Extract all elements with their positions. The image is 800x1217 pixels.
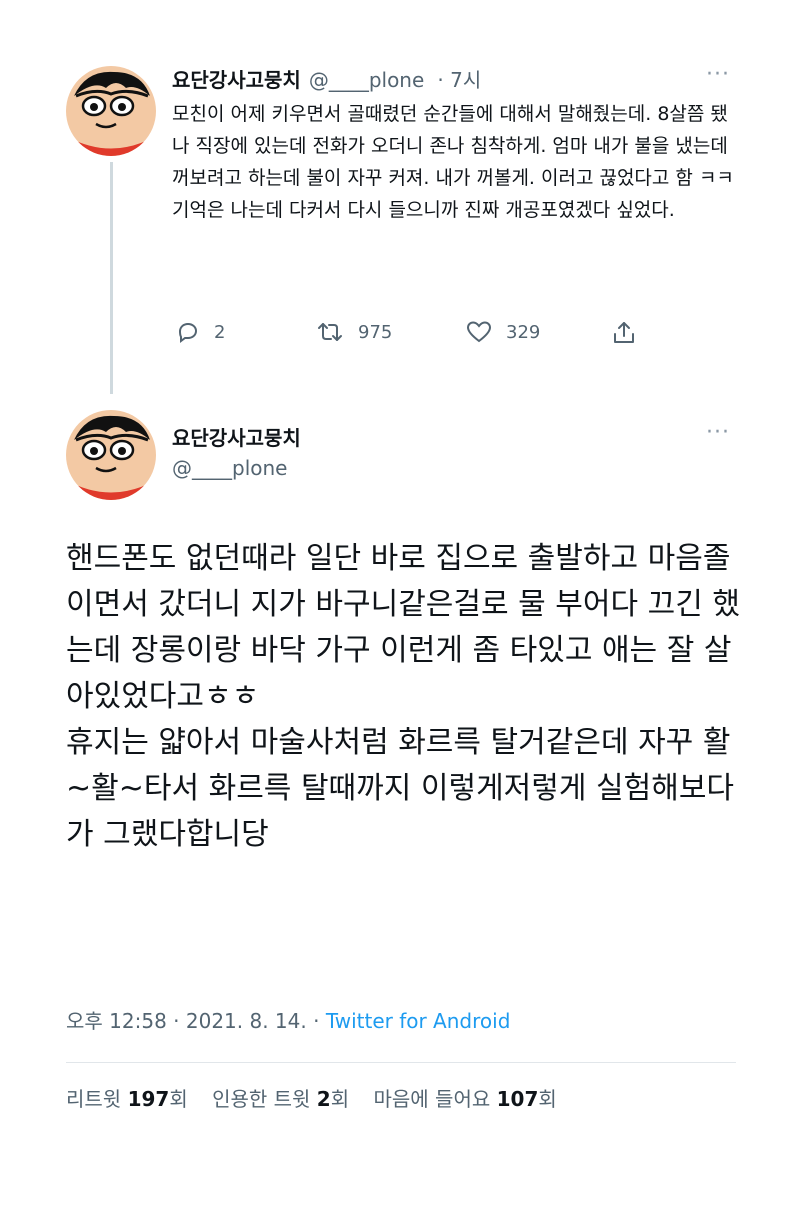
meta-separator: · — [173, 1009, 180, 1033]
tweet-header: 요단강사고뭉치 @____plone · 7시 — [172, 64, 481, 93]
quote-stat[interactable]: 인용한 트윗 2회 — [212, 1087, 349, 1111]
quote-stat-count: 2 — [316, 1087, 331, 1111]
quote-stat-label: 인용한 트윗 — [212, 1087, 311, 1111]
author-name[interactable]: 요단강사고뭉치 — [172, 68, 301, 92]
retweet-icon — [318, 323, 342, 341]
reply-icon — [178, 322, 198, 343]
tweet-meta: 오후 12:58 · 2021. 8. 14. · Twitter for An… — [66, 1005, 510, 1034]
like-count: 329 — [506, 321, 541, 343]
retweet-stat[interactable]: 리트윗 197회 — [66, 1087, 188, 1111]
tweet-text: 핸드폰도 없던때라 일단 바로 집으로 출발하고 마음졸이면서 갔더니 지가 바… — [66, 536, 746, 858]
tweet-source-link[interactable]: Twitter for Android — [326, 1009, 511, 1033]
stat-unit: 회 — [538, 1087, 557, 1111]
like-stat[interactable]: 마음에 들어요 107회 — [373, 1087, 556, 1111]
author-handle[interactable]: @____plone — [309, 68, 424, 92]
avatar[interactable] — [66, 66, 156, 156]
like-stat-label: 마음에 들어요 — [373, 1087, 491, 1111]
meta-separator: · — [313, 1009, 320, 1033]
reply-button[interactable]: 2 — [176, 320, 225, 344]
share-icon — [614, 322, 634, 343]
tweet-text: 모친이 어제 키우면서 골때렸던 순간들에 대해서 말해줬는데. 8살쯤 됐나 … — [172, 103, 734, 221]
author-handle[interactable]: @____plone — [172, 456, 287, 480]
thread-line — [110, 162, 113, 394]
retweet-stat-label: 리트윗 — [66, 1087, 122, 1111]
author-name[interactable]: 요단강사고뭉치 — [172, 422, 301, 451]
stat-unit: 회 — [169, 1087, 188, 1111]
tweet-actions: 2 975 329 — [176, 320, 646, 354]
tweet-time[interactable]: 오후 12:58 — [66, 1009, 167, 1033]
tweet-paragraph: 휴지는 얇아서 마술사처럼 화르륵 탈거같은데 자꾸 활~활~타서 화르륵 탈때… — [66, 725, 735, 852]
retweet-stat-count: 197 — [127, 1087, 170, 1111]
divider — [66, 1062, 736, 1063]
like-stat-count: 107 — [496, 1087, 539, 1111]
heart-icon — [466, 321, 492, 343]
avatar[interactable] — [66, 410, 156, 500]
retweet-count: 975 — [358, 321, 393, 343]
tweet-date[interactable]: 2021. 8. 14. — [186, 1009, 307, 1033]
more-icon[interactable]: ··· — [706, 422, 730, 444]
more-icon[interactable]: ··· — [706, 64, 730, 86]
stat-unit: 회 — [330, 1087, 350, 1111]
retweet-button[interactable]: 975 — [316, 320, 392, 344]
tweet-stats: 리트윗 197회 인용한 트윗 2회 마음에 들어요 107회 — [66, 1083, 575, 1112]
tweet-paragraph: 핸드폰도 없던때라 일단 바로 집으로 출발하고 마음졸이면서 갔더니 지가 바… — [66, 541, 740, 714]
share-button[interactable] — [612, 320, 650, 346]
like-button[interactable]: 329 — [466, 320, 540, 344]
reply-count: 2 — [214, 321, 226, 343]
tweet-time[interactable]: · 7시 — [437, 68, 481, 92]
